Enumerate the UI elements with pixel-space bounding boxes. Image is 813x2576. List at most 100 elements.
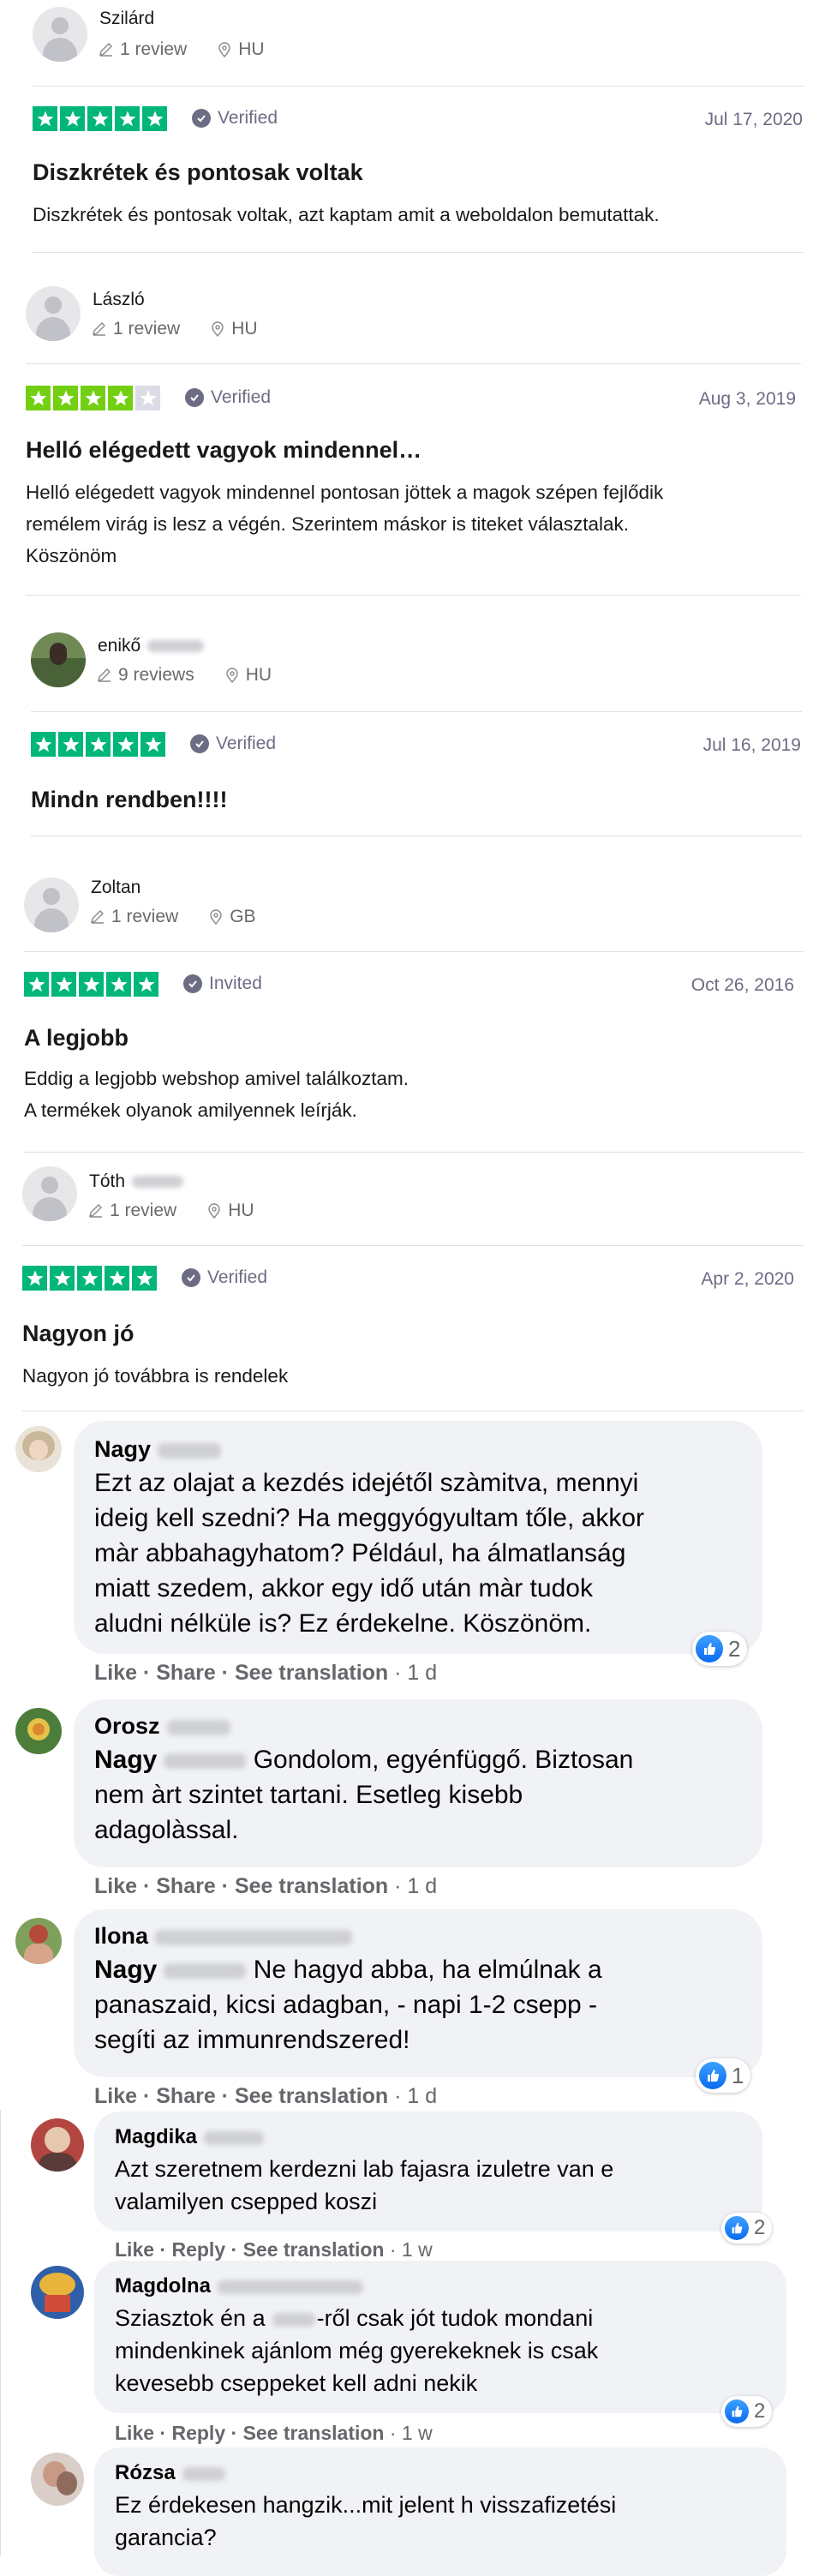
star-icon bbox=[132, 1266, 157, 1291]
star-icon bbox=[77, 1266, 102, 1291]
country: GB bbox=[230, 907, 256, 926]
comment-actions: Like · Share · See translation · 1 d bbox=[94, 1661, 438, 1686]
commenter-name[interactable]: Magdika bbox=[115, 2125, 265, 2149]
share-link[interactable]: Share bbox=[156, 1874, 215, 1899]
avatar[interactable] bbox=[24, 878, 79, 932]
avatar[interactable] bbox=[33, 7, 87, 62]
star-icon bbox=[50, 1266, 75, 1291]
reviewer-name[interactable]: enikő bbox=[98, 636, 205, 656]
reply-link[interactable]: Reply bbox=[171, 2422, 225, 2445]
avatar[interactable] bbox=[31, 2266, 84, 2319]
checkmark-icon bbox=[182, 1268, 200, 1287]
comment-time: 1 w bbox=[401, 2238, 433, 2261]
location-pin-icon bbox=[208, 1203, 220, 1219]
divider bbox=[24, 951, 804, 952]
comment-text: Azt szeretnem kerdezni lab fajasra izule… bbox=[115, 2156, 614, 2214]
commenter-name[interactable]: Nagy bbox=[94, 1436, 222, 1463]
star-icon bbox=[142, 106, 167, 131]
mention[interactable]: Nagy bbox=[94, 1746, 247, 1774]
avatar[interactable] bbox=[31, 632, 86, 687]
commenter-name[interactable]: Magdolna bbox=[115, 2274, 363, 2298]
star-icon bbox=[115, 106, 140, 131]
like-link[interactable]: Like bbox=[94, 2084, 137, 2109]
invited-badge[interactable]: Invited bbox=[183, 973, 262, 994]
share-link[interactable]: Share bbox=[156, 2084, 215, 2109]
like-link[interactable]: Like bbox=[94, 1661, 137, 1686]
verified-label: Verified bbox=[216, 734, 277, 753]
divider bbox=[26, 595, 801, 596]
review-count: 1 review bbox=[111, 907, 179, 926]
review-title[interactable]: A legjobb bbox=[24, 1025, 129, 1051]
avatar[interactable] bbox=[15, 1426, 62, 1472]
comment-text: Nagy Gondolom, egyénfüggő. Biztosan nem … bbox=[94, 1746, 634, 1844]
verified-badge[interactable]: Verified bbox=[192, 108, 278, 129]
checkmark-icon bbox=[183, 974, 202, 993]
comment-actions: Like · Share · See translation · 1 d bbox=[94, 1874, 438, 1899]
review-title[interactable]: Diszkrétek és pontosak voltak bbox=[33, 159, 363, 186]
star-icon bbox=[87, 106, 112, 131]
location-pin-icon bbox=[212, 321, 224, 338]
comment-text: Ezt az olajat a kezdés idejétől szàmitva… bbox=[94, 1469, 644, 1638]
star-icon bbox=[108, 386, 133, 410]
reviewer-name[interactable]: Szilárd bbox=[99, 9, 154, 29]
avatar[interactable] bbox=[31, 2453, 84, 2506]
avatar[interactable] bbox=[26, 286, 81, 341]
reactions-count[interactable]: 2 bbox=[721, 2396, 773, 2427]
reactions-count[interactable]: 2 bbox=[692, 1632, 748, 1666]
like-link[interactable]: Like bbox=[94, 1874, 137, 1899]
commenter-name[interactable]: Orosz bbox=[94, 1713, 230, 1740]
pencil-icon bbox=[98, 668, 111, 682]
comment-actions: Like · Reply · See translation · 1 w bbox=[115, 2238, 433, 2261]
star-icon bbox=[58, 732, 83, 757]
avatar[interactable] bbox=[15, 1708, 62, 1754]
see-translation-link[interactable]: See translation bbox=[235, 1661, 388, 1686]
see-translation-link[interactable]: See translation bbox=[243, 2422, 385, 2445]
avatar[interactable] bbox=[15, 1918, 62, 1964]
star-icon bbox=[134, 972, 158, 997]
review-text: Diszkrétek és pontosak voltak, azt kapta… bbox=[33, 204, 660, 225]
reviewer-name[interactable]: Zoltan bbox=[91, 878, 140, 898]
verified-badge[interactable]: Verified bbox=[190, 734, 276, 754]
comment: Magdolna Sziasztok én a -ről csak jót tud… bbox=[0, 2261, 813, 2444]
share-link[interactable]: Share bbox=[156, 1661, 215, 1686]
see-translation-link[interactable]: See translation bbox=[243, 2238, 385, 2261]
mention[interactable]: Nagy bbox=[94, 1956, 247, 1984]
country: HU bbox=[231, 319, 258, 338]
country: HU bbox=[245, 665, 272, 685]
commenter-name[interactable]: Rózsa bbox=[115, 2461, 225, 2485]
like-link[interactable]: Like bbox=[115, 2238, 154, 2261]
reviewer-name[interactable]: Tóth bbox=[89, 1171, 184, 1192]
star-rating bbox=[31, 732, 165, 757]
verified-badge[interactable]: Verified bbox=[185, 387, 271, 408]
avatar[interactable] bbox=[31, 2118, 84, 2172]
pencil-icon bbox=[91, 910, 104, 924]
star-rating bbox=[26, 386, 160, 410]
reactions-count[interactable]: 2 bbox=[721, 2213, 773, 2244]
review-title[interactable]: Helló elégedett vagyok mindennel… bbox=[26, 437, 421, 464]
star-icon bbox=[140, 732, 165, 757]
review-date: Apr 2, 2020 bbox=[701, 1269, 794, 1289]
review-card: enikő 9 reviews HU Verified Jul 16, 2019… bbox=[0, 600, 813, 840]
star-icon bbox=[33, 106, 57, 131]
reviewer-name[interactable]: László bbox=[93, 290, 145, 310]
comment-text: Nagy Ne hagyd abba, ha elmúlnak a panasz… bbox=[94, 1956, 602, 2054]
comment: Orosz Nagy Gondolom, egyénfüggő. Biztosa… bbox=[0, 1692, 813, 1902]
review-text: Nagyon jó továbbra is rendelek bbox=[22, 1365, 289, 1387]
location-pin-icon bbox=[210, 909, 222, 926]
review-date: Oct 26, 2016 bbox=[690, 975, 794, 995]
reviewer-meta: 1 review HU bbox=[91, 319, 258, 339]
avatar[interactable] bbox=[22, 1166, 77, 1221]
review-title[interactable]: Mindn rendben!!!! bbox=[31, 787, 227, 813]
verified-badge[interactable]: Verified bbox=[182, 1267, 267, 1288]
verified-label: Verified bbox=[211, 387, 272, 407]
review-text: Eddig a legjobb webshop amivel találkozt… bbox=[24, 1068, 409, 1121]
star-icon bbox=[22, 1266, 47, 1291]
see-translation-link[interactable]: See translation bbox=[235, 1874, 388, 1899]
see-translation-link[interactable]: See translation bbox=[235, 2084, 388, 2109]
like-link[interactable]: Like bbox=[115, 2422, 154, 2445]
star-icon bbox=[135, 386, 160, 410]
reply-link[interactable]: Reply bbox=[171, 2238, 225, 2261]
review-title[interactable]: Nagyon jó bbox=[22, 1321, 135, 1347]
commenter-name[interactable]: Ilona bbox=[94, 1923, 353, 1950]
reactions-count[interactable]: 1 bbox=[696, 2058, 751, 2093]
